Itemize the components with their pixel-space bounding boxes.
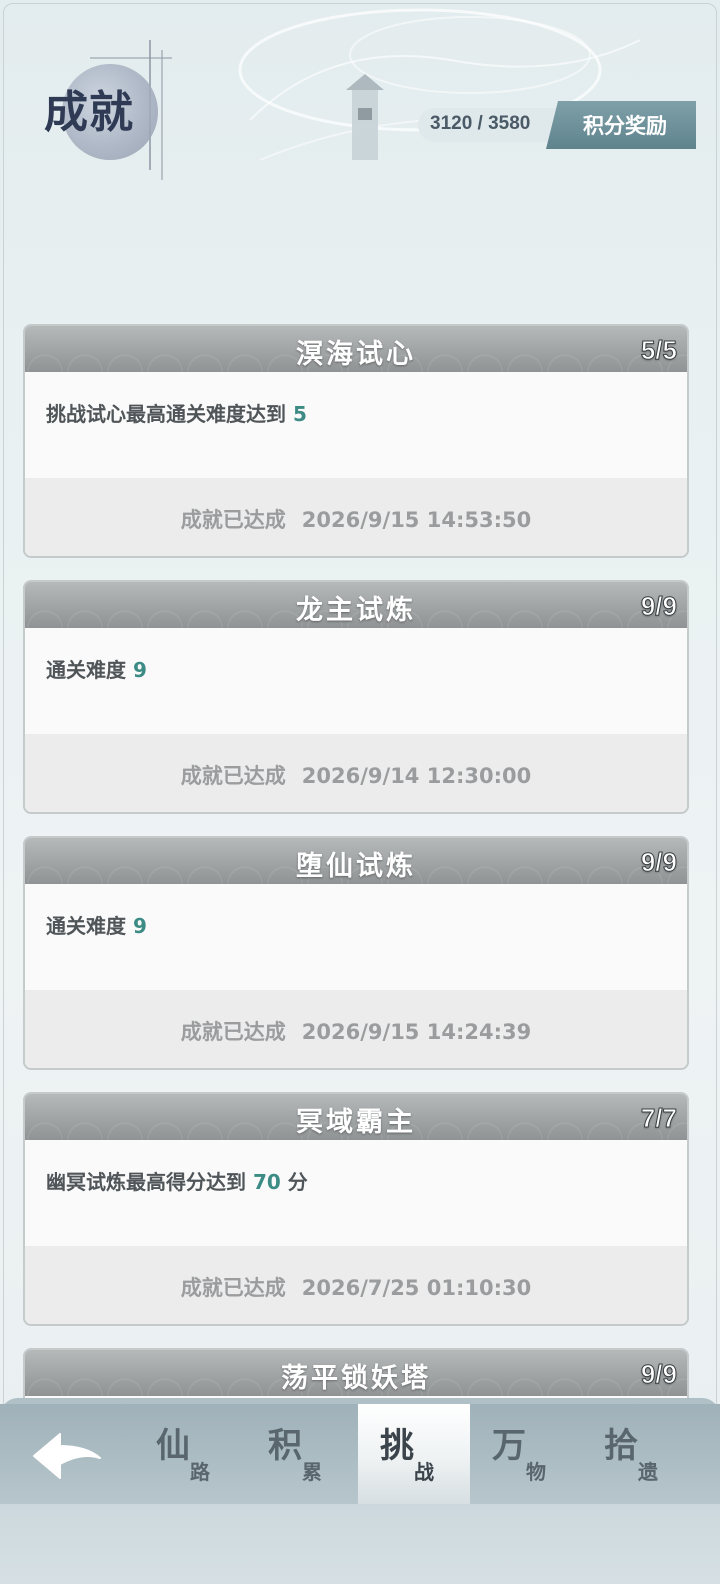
tab-main-char: 仙 (156, 1426, 190, 1466)
desc-suffix: 分 (280, 1170, 308, 1194)
completion-time: 2026/7/25 01:10:30 (301, 1276, 532, 1300)
card-body: 幽冥试炼最高得分达到 70 分 (25, 1140, 687, 1246)
status-label: 成就已达成 (180, 1276, 286, 1300)
card-body: 通关难度 9 (25, 884, 687, 990)
card-footer: 成就已达成 2026/9/15 14:53:50 (25, 478, 687, 556)
card-progress-count: 9/9 (640, 591, 677, 622)
tab-main-char: 挑 (380, 1426, 414, 1466)
completion-time: 2026/9/14 12:30:00 (301, 764, 532, 788)
card-body: 挑战试心最高通关难度达到 5 (25, 372, 687, 478)
points-reward-button[interactable]: 积分奖励 (546, 101, 696, 149)
desc-value: 9 (132, 914, 147, 938)
desc-value: 5 (292, 402, 307, 426)
tab-xianlu[interactable]: 仙 路 (134, 1404, 246, 1504)
status-label: 成就已达成 (180, 1020, 286, 1044)
back-button[interactable] (30, 1428, 104, 1484)
card-description: 挑战试心最高通关难度达到 5 (46, 398, 307, 427)
card-progress-count: 7/7 (640, 1103, 677, 1134)
completion-time: 2026/9/15 14:24:39 (301, 1020, 532, 1044)
card-body: 通关难度 9 (25, 628, 687, 734)
desc-value: 70 (252, 1170, 281, 1194)
completion-time: 2026/9/15 14:53:50 (301, 508, 532, 532)
card-title: 龙主试炼 (296, 595, 416, 626)
tab-sub-char: 战 (414, 1460, 434, 1484)
card-description: 幽冥试炼最高得分达到 70 分 (46, 1166, 308, 1195)
tab-tiaozhan[interactable]: 挑 战 (358, 1404, 470, 1504)
tab-main-char: 万 (492, 1426, 526, 1466)
card-progress-count: 9/9 (640, 847, 677, 878)
card-footer: 成就已达成 2026/9/15 14:24:39 (25, 990, 687, 1068)
tab-sub-char: 路 (190, 1460, 210, 1484)
header: 成就 3120 / 3580 积分奖励 (0, 0, 720, 200)
desc-value: 9 (132, 658, 147, 682)
card-footer: 成就已达成 2026/9/14 12:30:00 (25, 734, 687, 812)
status-label: 成就已达成 (180, 764, 286, 788)
desc-text: 通关难度 (46, 914, 133, 938)
tab-jilei[interactable]: 积 累 (246, 1404, 358, 1504)
score-counter: 3120 / 3580 (430, 113, 531, 134)
card-footer: 成就已达成 2026/7/25 01:10:30 (25, 1246, 687, 1324)
page-title: 成就 (44, 87, 134, 138)
desc-text: 幽冥试炼最高得分达到 (46, 1170, 253, 1194)
card-header: 龙主试炼 9/9 (25, 582, 687, 628)
card-header: 荡平锁妖塔 9/9 (25, 1350, 687, 1396)
card-header: 溟海试心 5/5 (25, 326, 687, 372)
desc-text: 通关难度 (46, 658, 133, 682)
tab-sub-char: 累 (302, 1460, 322, 1484)
tab-main-char: 拾 (604, 1426, 638, 1466)
card-description: 通关难度 9 (46, 910, 147, 939)
card-title: 堕仙试炼 (296, 851, 416, 882)
card-status: 成就已达成 2026/9/14 12:30:00 (25, 760, 687, 790)
achievement-card: 龙主试炼 9/9 通关难度 9 成就已达成 2026/9/14 12:30:00 (23, 580, 689, 814)
back-arrow-icon (33, 1433, 101, 1479)
tab-sub-char: 物 (526, 1460, 546, 1484)
status-label: 成就已达成 (180, 508, 286, 532)
tab-sub-char: 遗 (638, 1460, 658, 1484)
achievement-card: 堕仙试炼 9/9 通关难度 9 成就已达成 2026/9/15 14:24:39 (23, 836, 689, 1070)
tab-wanwu[interactable]: 万 物 (470, 1404, 582, 1504)
card-progress-count: 9/9 (640, 1359, 677, 1390)
card-status: 成就已达成 2026/9/15 14:53:50 (25, 504, 687, 534)
card-title: 溟海试心 (296, 339, 416, 370)
card-title: 荡平锁妖塔 (281, 1363, 431, 1394)
card-header: 冥域霸主 7/7 (25, 1094, 687, 1140)
card-status: 成就已达成 2026/7/25 01:10:30 (25, 1272, 687, 1302)
card-title: 冥域霸主 (296, 1107, 416, 1138)
tab-shiyi[interactable]: 拾 遗 (582, 1404, 694, 1504)
card-header: 堕仙试炼 9/9 (25, 838, 687, 884)
card-progress-count: 5/5 (640, 335, 677, 366)
achievement-card: 冥域霸主 7/7 幽冥试炼最高得分达到 70 分 成就已达成 2026/7/25 … (23, 1092, 689, 1326)
card-description: 通关难度 9 (46, 654, 147, 683)
card-status: 成就已达成 2026/9/15 14:24:39 (25, 1016, 687, 1046)
tab-main-char: 积 (268, 1426, 302, 1466)
achievement-card: 溟海试心 5/5 挑战试心最高通关难度达到 5 成就已达成 2026/9/15 1… (23, 324, 689, 558)
desc-text: 挑战试心最高通关难度达到 (46, 402, 293, 426)
